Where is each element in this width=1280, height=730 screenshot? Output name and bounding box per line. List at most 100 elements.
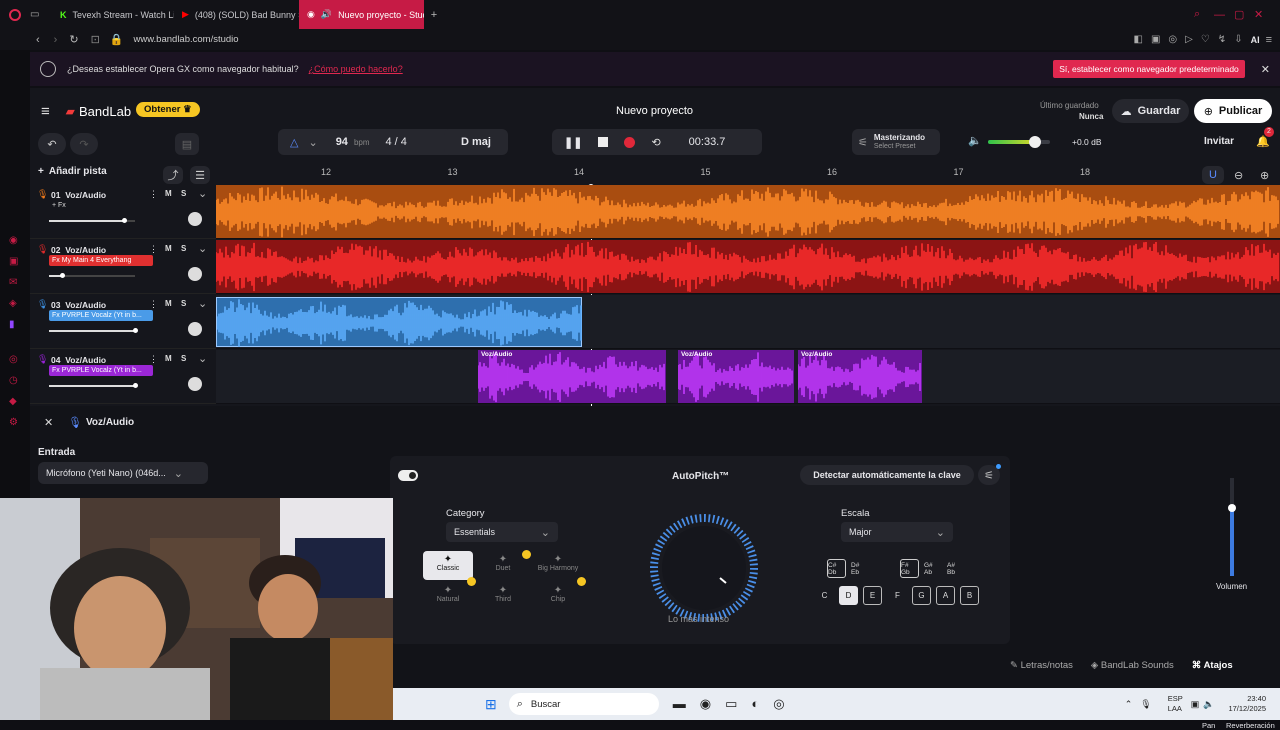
obtener-button[interactable]: Obtener ♛ [136, 102, 200, 117]
audio-clip[interactable] [216, 240, 1280, 293]
fx-chip[interactable]: Fx PVRPLE Vocalz (Yt in b... [49, 365, 153, 376]
track-volume-slider[interactable] [49, 328, 138, 333]
track-header-04[interactable]: 🎙 04 Voz/Audio ⋮ M S ⌄ Fx PVRPLE Vocalz … [30, 350, 216, 404]
timeline-ruler[interactable]: 12 13 14 15 16 17 18 [216, 163, 1280, 185]
chevron-down-icon[interactable]: ⌄ [308, 136, 317, 149]
key-natural[interactable]: A [936, 586, 955, 605]
zoom-in-icon[interactable]: ⊕ [1260, 169, 1269, 182]
automation-button[interactable]: ⤴ [163, 166, 183, 184]
autopitch-toggle[interactable] [398, 470, 418, 481]
maximize-icon[interactable]: ▢ [1234, 8, 1254, 21]
track-header-01[interactable]: 🎙 01 Voz/Audio ⋮ M S ⌄ + Fx [30, 185, 216, 239]
track-name[interactable]: 03 Voz/Audio [51, 300, 106, 310]
opera-logo-icon[interactable] [0, 8, 30, 21]
toolbar-icons[interactable]: ◧▣◎▷♡↯⇩ [1134, 34, 1251, 45]
audio-clip[interactable] [216, 185, 1280, 238]
track-lane-03[interactable] [216, 295, 1280, 349]
chevron-down-icon[interactable]: ⌄ [198, 352, 207, 365]
audio-clip[interactable]: Voz/Audio [678, 350, 794, 403]
fx-chip[interactable]: Fx PVRPLE Vocalz (Yt in b... [49, 310, 153, 321]
audio-clip[interactable]: Voz/Audio [478, 350, 666, 403]
preset-classic[interactable]: ✦ Classic [423, 551, 473, 580]
key-sharp[interactable]: G# Ab [923, 559, 942, 578]
chevron-down-icon[interactable]: ⌄ [198, 297, 207, 310]
track-pan-knob[interactable] [188, 322, 202, 336]
track-name[interactable]: 04 Voz/Audio [51, 355, 106, 365]
url-field[interactable]: www.bandlab.com/studio [133, 34, 238, 45]
track-menu-icon[interactable]: ⋮ [149, 244, 158, 255]
track-name[interactable]: 02 Voz/Audio [51, 245, 106, 255]
hamburger-icon[interactable]: ≡ [41, 103, 50, 120]
search-icon[interactable]: ⌕ [1194, 8, 1214, 21]
key-sharp[interactable]: D# Eb [850, 559, 869, 578]
sidebar-bag-icon[interactable]: ▣ [9, 256, 18, 267]
track-header-02[interactable]: 🎙 02 Voz/Audio ⋮ M S ⌄ Fx My Main 4 Ever… [30, 240, 216, 294]
add-track-button[interactable]: + Añadir pista [38, 166, 107, 177]
track-pan-knob[interactable] [188, 267, 202, 281]
notice-link[interactable]: ¿Cómo puedo hacerlo? [309, 64, 403, 74]
record-icon[interactable] [624, 136, 636, 148]
sidebar-mail-icon[interactable]: ✉ [9, 277, 18, 288]
track-menu-icon[interactable]: ⋮ [149, 189, 158, 200]
publish-button[interactable]: ⊕ Publicar [1194, 99, 1272, 123]
detect-key-button[interactable]: Detectar automáticamente la clave [800, 465, 974, 485]
key-sharp[interactable]: A# Bb [946, 559, 965, 578]
sidebar-music-icon[interactable]: ◈ [9, 298, 18, 309]
chevron-down-icon[interactable]: ⌄ [198, 242, 207, 255]
notice-close-icon[interactable]: ✕ [1261, 63, 1270, 76]
snapshot-icon[interactable]: ⊡ [91, 33, 100, 46]
input-select[interactable]: Micrófono (Yeti Nano) (046d... ⌄ [38, 462, 208, 484]
track-volume-slider[interactable] [49, 218, 135, 223]
stop-icon[interactable] [598, 137, 609, 147]
track-lane-01[interactable] [216, 185, 1280, 239]
track-header-03[interactable]: 🎙 03 Voz/Audio ⋮ M S ⌄ Fx PVRPLE Vocalz … [30, 295, 216, 349]
undo-button[interactable]: ↶ [38, 133, 66, 155]
windows-start-icon[interactable]: ⊞ [485, 696, 497, 713]
key-sharp[interactable]: C# Db [827, 559, 846, 578]
tray-icons[interactable]: ⌃🎙 [1125, 699, 1160, 710]
back-icon[interactable]: ‹ [36, 34, 40, 46]
set-default-button[interactable]: Sí, establecer como navegador predetermi… [1053, 60, 1245, 78]
pause-icon[interactable]: ❚❚ [564, 136, 582, 149]
ai-button[interactable]: AI [1251, 35, 1260, 45]
category-select[interactable]: Essentials ⌄ [446, 522, 558, 542]
mute-button[interactable]: M [165, 244, 172, 253]
track-settings-button[interactable]: ☰ [190, 166, 210, 184]
reload-icon[interactable]: ↻ [69, 33, 78, 46]
solo-button[interactable]: S [181, 354, 186, 363]
master-volume-knob[interactable] [1028, 136, 1041, 148]
track-volume-slider[interactable] [49, 273, 135, 278]
network-sound-icons[interactable]: ▣🔈 [1191, 699, 1219, 710]
track-volume-slider[interactable] [49, 383, 138, 388]
close-icon[interactable]: ✕ [1254, 8, 1280, 21]
track-volume-knob[interactable] [121, 218, 127, 223]
mute-button[interactable]: M [165, 354, 172, 363]
mastering-button[interactable]: ⚟ Masterizando Select Preset [852, 129, 940, 155]
zoom-out-icon[interactable]: ⊖ [1234, 169, 1243, 182]
audio-clip[interactable]: Voz/Audio [798, 350, 922, 403]
key-button[interactable]: D maj [444, 129, 508, 155]
key-natural[interactable]: D [839, 586, 858, 605]
taskbar-apps[interactable]: ▬◉▭◐◎ [673, 696, 799, 712]
time-signature[interactable]: 4 / 4 [386, 136, 407, 148]
snap-icon[interactable]: U [1202, 166, 1224, 184]
tab-youtube[interactable]: ▶ (408) (SOLD) Bad Bunny × [174, 0, 299, 29]
track-volume-knob[interactable] [133, 328, 138, 333]
mute-button[interactable]: M [165, 189, 172, 198]
sidebar-player-icon[interactable]: ◎ [9, 354, 18, 365]
sidebar-clock-icon[interactable]: ◷ [9, 375, 18, 386]
mixer-button[interactable]: ▤ [175, 133, 199, 155]
scale-select[interactable]: Major ⌄ [841, 522, 953, 542]
bpm-value[interactable]: 94 [336, 136, 348, 148]
save-button[interactable]: ☁ Guardar [1112, 99, 1189, 123]
track-name[interactable]: 01 Voz/Audio [51, 190, 106, 200]
audio-clip[interactable] [216, 297, 582, 347]
key-natural[interactable]: C [815, 586, 834, 605]
fx-chip[interactable]: + Fx [49, 200, 153, 211]
tab-bandlab[interactable]: ◉ 🔊 Nuevo proyecto - Studi [299, 0, 424, 29]
track-pan-knob[interactable] [188, 377, 202, 391]
track-menu-icon[interactable]: ⋮ [149, 299, 158, 310]
key-natural[interactable]: B [960, 586, 979, 605]
fx-chip[interactable]: Fx My Main 4 Everythang [49, 255, 153, 266]
key-natural[interactable]: E [863, 586, 882, 605]
